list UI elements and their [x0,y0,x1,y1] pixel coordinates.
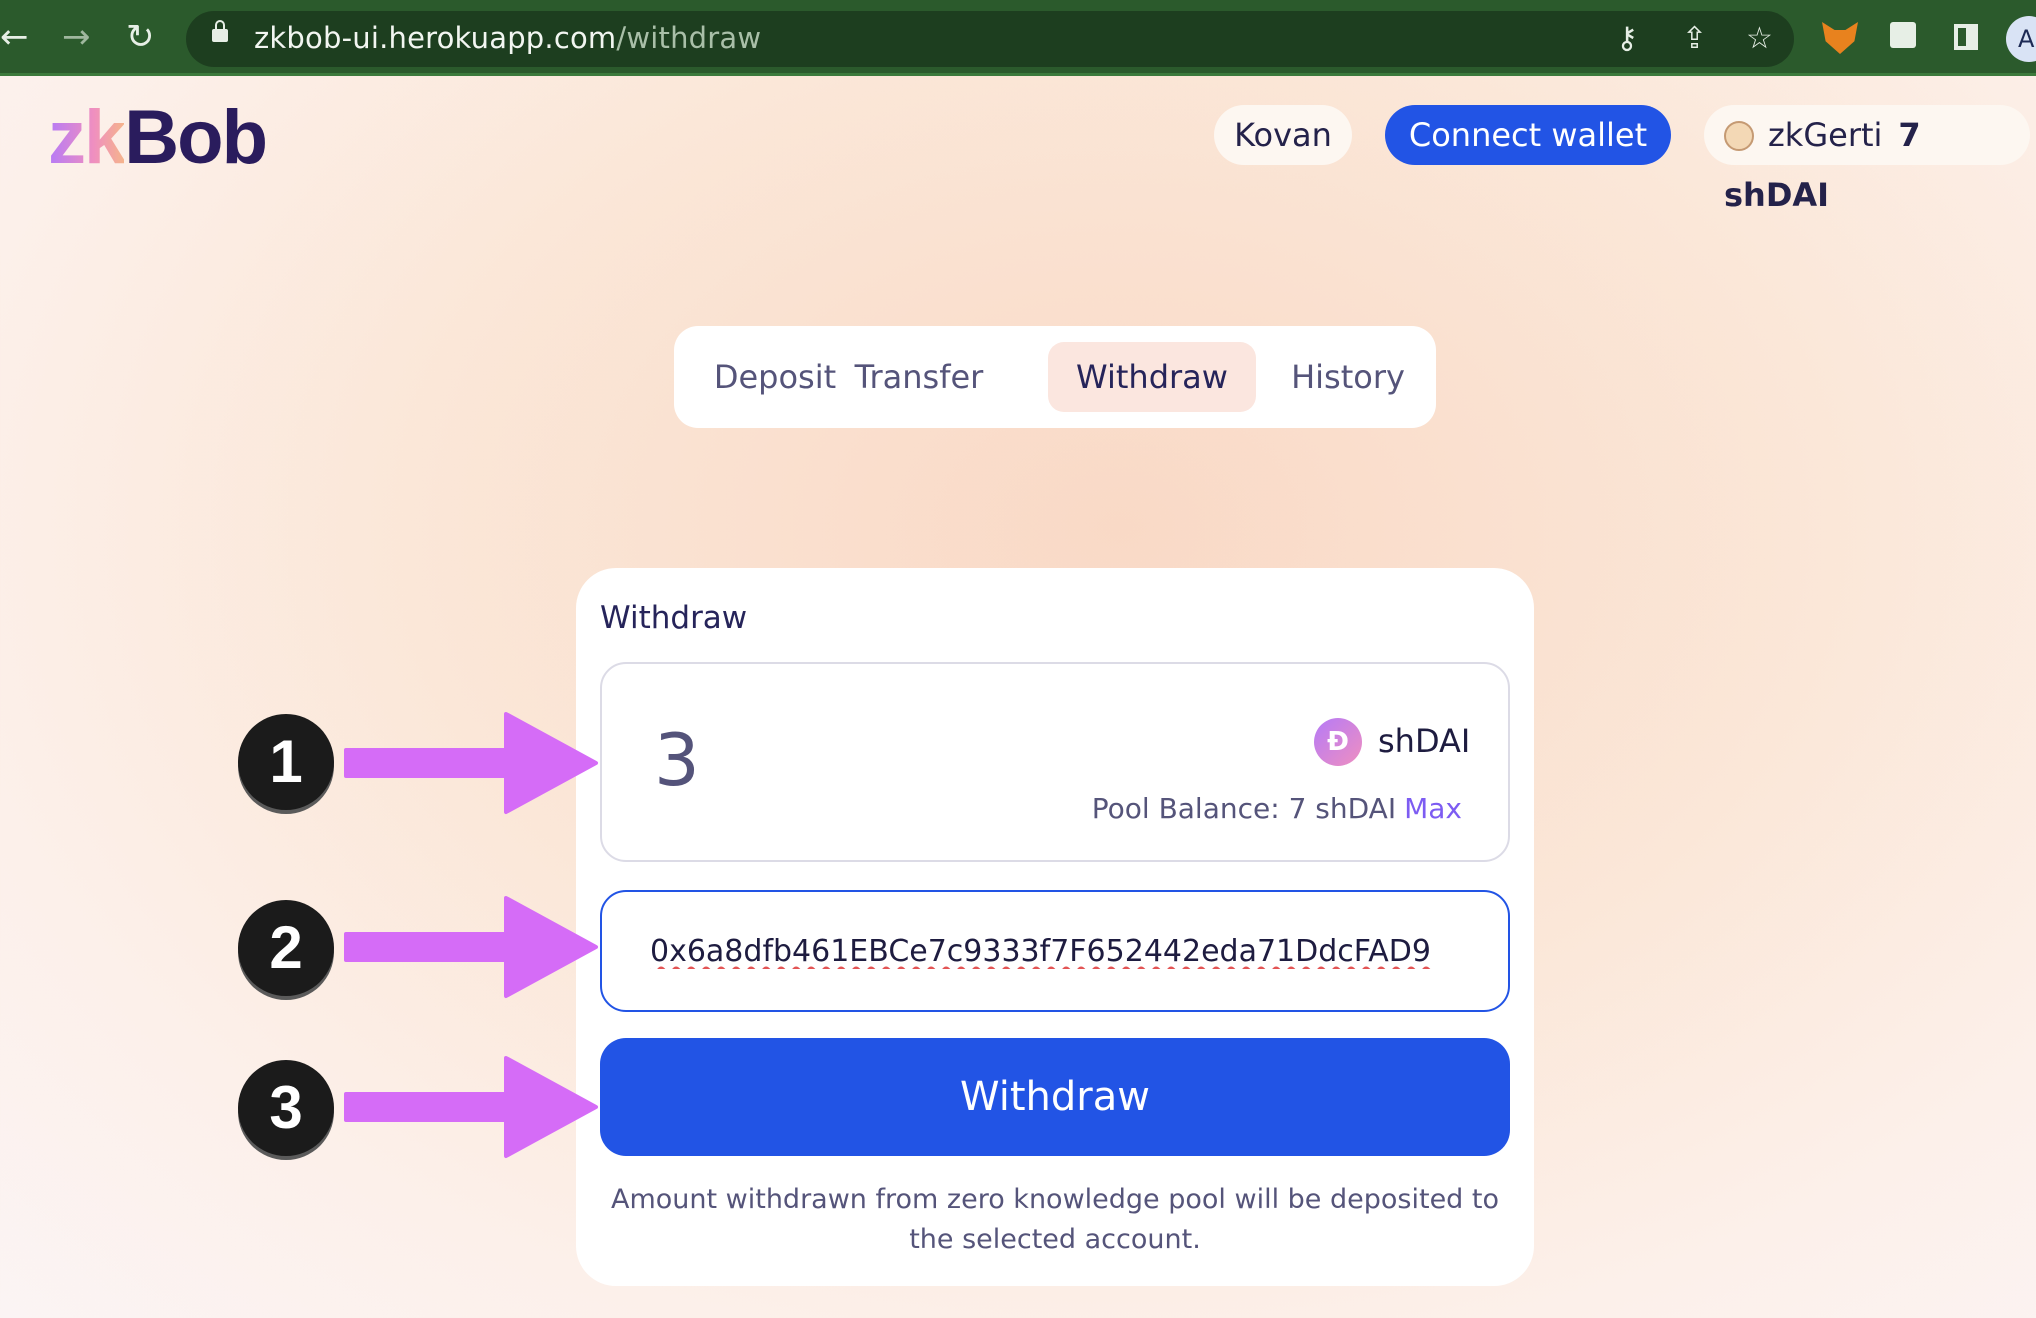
tab-deposit[interactable]: Deposit [700,342,850,412]
amount-input[interactable]: 3 [654,718,700,802]
account-button[interactable]: zkGerti 7 shDAI [1704,105,2030,214]
zkbob-logo[interactable]: zkBob [48,98,268,178]
tab-withdraw[interactable]: Withdraw [1048,342,1256,412]
key-icon[interactable]: ⚷ [1616,21,1638,56]
share-icon[interactable]: ⇪ [1682,21,1707,56]
network-selector[interactable]: Kovan [1214,105,1352,165]
step-marker-1: 1 [238,714,334,810]
browser-toolbar: ← → ↻ zkbob-ui.herokuapp.com/withdraw ⚷ … [0,0,2036,76]
connect-wallet-button[interactable]: Connect wallet [1385,105,1671,165]
amount-field[interactable]: 3 Đ shDAI Pool Balance: 7 shDAI Max [600,662,1510,862]
main-tabs: Deposit Transfer Withdraw History [674,326,1436,428]
annotation-arrow-icon [344,1056,598,1158]
tab-transfer[interactable]: Transfer [844,342,994,412]
profile-avatar[interactable]: A [2006,16,2036,62]
annotation-arrow-icon [344,712,598,814]
metamask-fox-icon[interactable] [1822,22,1858,54]
star-icon[interactable]: ☆ [1746,21,1773,56]
pool-balance-label: Pool Balance: 7 shDAI [1091,792,1397,825]
annotation-arrow-icon [344,896,598,998]
tab-history[interactable]: History [1286,342,1410,412]
forward-arrow-icon[interactable]: → [62,18,91,56]
withdraw-card: Withdraw 3 Đ shDAI Pool Balance: 7 shDAI… [576,568,1534,1286]
max-button[interactable]: Max [1404,792,1462,825]
address-bar[interactable]: zkbob-ui.herokuapp.com/withdraw ⚷ ⇪ ☆ [186,11,1794,67]
dai-token-icon: Đ [1314,718,1362,766]
back-arrow-icon[interactable]: ← [0,18,29,56]
withdraw-footnote: Amount withdrawn from zero knowledge poo… [610,1184,1500,1255]
address-field[interactable] [600,890,1510,1012]
reload-icon[interactable]: ↻ [126,18,155,56]
step-marker-3: 3 [238,1060,334,1156]
lock-icon[interactable] [212,20,228,42]
token-symbol: shDAI [1378,722,1471,760]
step-marker-2: 2 [238,900,334,996]
withdraw-button[interactable]: Withdraw [600,1038,1510,1156]
account-name: zkGerti [1768,116,1883,154]
address-input[interactable] [650,926,1470,976]
pool-balance: Pool Balance: 7 shDAI Max [1092,792,1462,825]
side-panel-icon[interactable] [1954,24,1978,50]
extensions-puzzle-icon[interactable] [1890,22,1916,48]
card-title: Withdraw [600,600,748,636]
url-text[interactable]: zkbob-ui.herokuapp.com/withdraw [254,21,761,55]
account-avatar-icon [1724,121,1754,151]
